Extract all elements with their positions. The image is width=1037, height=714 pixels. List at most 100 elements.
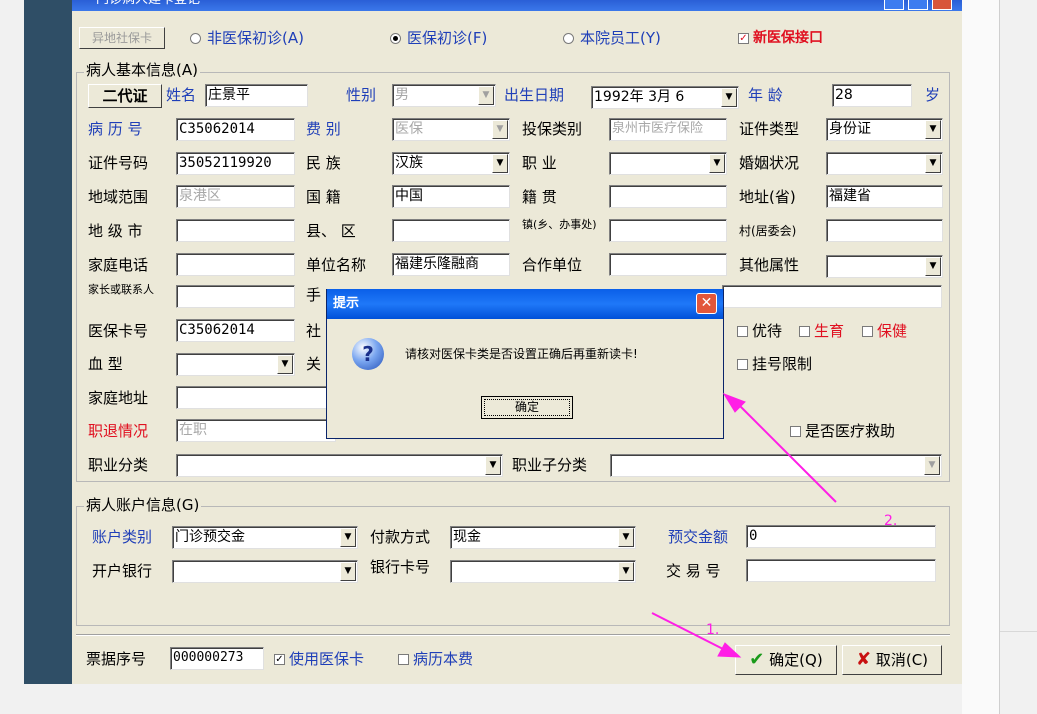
dropdown-arrow-icon[interactable]: ▼	[478, 86, 494, 105]
dropdown-arrow-icon[interactable]: ▼	[340, 528, 356, 547]
dropdown-arrow-icon[interactable]: ▼	[925, 154, 941, 173]
birth-insurance-checkbox[interactable]: 生育	[799, 321, 844, 341]
nation-field[interactable]: 中国	[392, 185, 510, 208]
pay-method-select[interactable]: 现金 ▼	[450, 526, 636, 549]
confirm-button[interactable]: ✔ 确定(Q)	[735, 645, 837, 675]
account-type-select[interactable]: 门诊预交金 ▼	[172, 526, 358, 549]
checkbox[interactable]	[799, 326, 810, 337]
radio-button[interactable]	[563, 33, 574, 44]
dropdown-arrow-icon[interactable]: ▼	[925, 120, 941, 139]
dropdown-arrow-icon[interactable]: ▼	[709, 154, 725, 173]
province-label: 地址(省)	[739, 188, 796, 206]
checkbox[interactable]: ✓	[738, 32, 749, 44]
title-bar: 门诊病人建卡登记	[72, 0, 962, 11]
priority-checkbox[interactable]: 优待	[737, 321, 782, 341]
home-phone-field[interactable]	[176, 253, 295, 276]
use-insurance-card-checkbox[interactable]: ✓ 使用医保卡	[274, 649, 364, 669]
insure-type-field[interactable]: 泉州市医疗保险	[609, 118, 727, 141]
employer-field[interactable]: 福建乐隆融商	[392, 253, 510, 276]
dropdown-arrow-icon[interactable]: ▼	[485, 456, 501, 475]
blood-select[interactable]: ▼	[176, 353, 295, 376]
village-field[interactable]	[826, 219, 943, 242]
county-field[interactable]	[392, 219, 510, 242]
occ-sub-select[interactable]: ▼	[610, 454, 942, 477]
occ-class-select[interactable]: ▼	[176, 454, 503, 477]
checkbox[interactable]	[862, 326, 873, 337]
radio-insurance[interactable]: 医保初诊(F)	[390, 28, 487, 48]
close-icon[interactable]	[932, 0, 952, 10]
trade-no-field[interactable]	[746, 559, 936, 582]
name-field[interactable]: 庄景平	[205, 84, 308, 107]
radio-staff[interactable]: 本院员工(Y)	[563, 28, 661, 48]
maximize-icon[interactable]	[908, 0, 928, 10]
retire-field[interactable]: 在职	[176, 419, 336, 442]
question-icon: ?	[352, 338, 384, 370]
age-field[interactable]: 28	[832, 84, 912, 107]
checkbox[interactable]	[398, 654, 409, 665]
insure-card-field[interactable]: C35062014	[176, 319, 295, 342]
dropdown-arrow-icon[interactable]: ▼	[924, 456, 940, 475]
record-no-field[interactable]: C35062014	[176, 118, 295, 141]
employer-label: 单位名称	[306, 256, 367, 274]
insure-type-label: 投保类别	[522, 120, 583, 138]
prepay-field[interactable]: 0	[746, 525, 936, 548]
partner-label: 合作单位	[522, 256, 583, 274]
contact-field[interactable]	[176, 285, 295, 308]
minimize-icon[interactable]	[884, 0, 904, 10]
region-field[interactable]: 泉港区	[176, 185, 295, 208]
other-attr-select[interactable]: ▼	[826, 255, 943, 278]
cert-type-select[interactable]: 身份证 ▼	[826, 118, 943, 141]
ethnic-label: 民 族	[306, 154, 341, 172]
dialog-close-icon[interactable]: ✕	[696, 293, 717, 314]
checkbox[interactable]	[790, 426, 801, 437]
id2-card-button[interactable]: 二代证	[88, 84, 162, 108]
gender-select[interactable]: 男 ▼	[392, 84, 496, 107]
radio-label: 非医保初诊(A)	[207, 29, 304, 47]
remote-card-button[interactable]: 异地社保卡	[79, 27, 165, 49]
new-insurance-checkbox[interactable]: ✓ 新医保接口	[738, 28, 823, 48]
address-field[interactable]	[176, 386, 336, 409]
dropdown-arrow-icon[interactable]: ▼	[925, 257, 941, 276]
dialog-message: 请核对医保卡类是否设置正确后再重新读卡!	[405, 347, 638, 361]
dropdown-arrow-icon[interactable]: ▼	[492, 120, 508, 139]
native-field[interactable]	[609, 185, 727, 208]
medical-aid-checkbox[interactable]: 是否医疗救助	[790, 421, 895, 441]
checkbox[interactable]	[737, 326, 748, 337]
dropdown-arrow-icon[interactable]: ▼	[277, 355, 293, 374]
fee-type-select[interactable]: 医保 ▼	[392, 118, 510, 141]
radio-button[interactable]	[190, 33, 201, 44]
birth-date-picker[interactable]: 1992年 3月 6 ▼	[591, 86, 739, 109]
partial-field-right[interactable]	[722, 285, 942, 308]
checkbox[interactable]	[737, 359, 748, 370]
ethnic-select[interactable]: 汉族 ▼	[392, 152, 510, 175]
partner-field[interactable]	[609, 253, 727, 276]
reg-limit-checkbox[interactable]: 挂号限制	[737, 354, 812, 374]
bank-card-select[interactable]: ▼	[450, 560, 636, 583]
health-checkbox[interactable]: 保健	[862, 321, 907, 341]
town-field[interactable]	[609, 219, 727, 242]
city-field[interactable]	[176, 219, 295, 242]
prepay-label: 预交金额	[668, 528, 729, 546]
dropdown-arrow-icon[interactable]: ▼	[618, 528, 634, 547]
receipt-field[interactable]: 000000273	[170, 647, 264, 670]
radio-button[interactable]	[390, 33, 401, 44]
dropdown-arrow-icon[interactable]: ▼	[492, 154, 508, 173]
bank-select[interactable]: ▼	[172, 560, 358, 583]
record-no-label: 病 历 号	[88, 120, 143, 138]
dropdown-arrow-icon[interactable]: ▼	[340, 562, 356, 581]
annotation-step2: 2.	[884, 513, 898, 529]
age-label: 年 龄	[748, 86, 783, 104]
select-value: 汉族	[395, 155, 423, 171]
record-fee-checkbox[interactable]: 病历本费	[398, 649, 473, 669]
checkbox[interactable]: ✓	[274, 654, 285, 665]
relation-label: 关	[306, 355, 322, 373]
province-field[interactable]: 福建省	[826, 185, 943, 208]
job-select[interactable]: ▼	[609, 152, 727, 175]
marital-select[interactable]: ▼	[826, 152, 943, 175]
cert-no-field[interactable]: 35052119920	[176, 152, 295, 175]
cancel-button[interactable]: ✘ 取消(C)	[842, 645, 942, 675]
dropdown-arrow-icon[interactable]: ▼	[721, 88, 737, 107]
dialog-ok-button[interactable]: 确定	[481, 396, 573, 419]
radio-non-insurance[interactable]: 非医保初诊(A)	[190, 28, 304, 48]
dropdown-arrow-icon[interactable]: ▼	[618, 562, 634, 581]
